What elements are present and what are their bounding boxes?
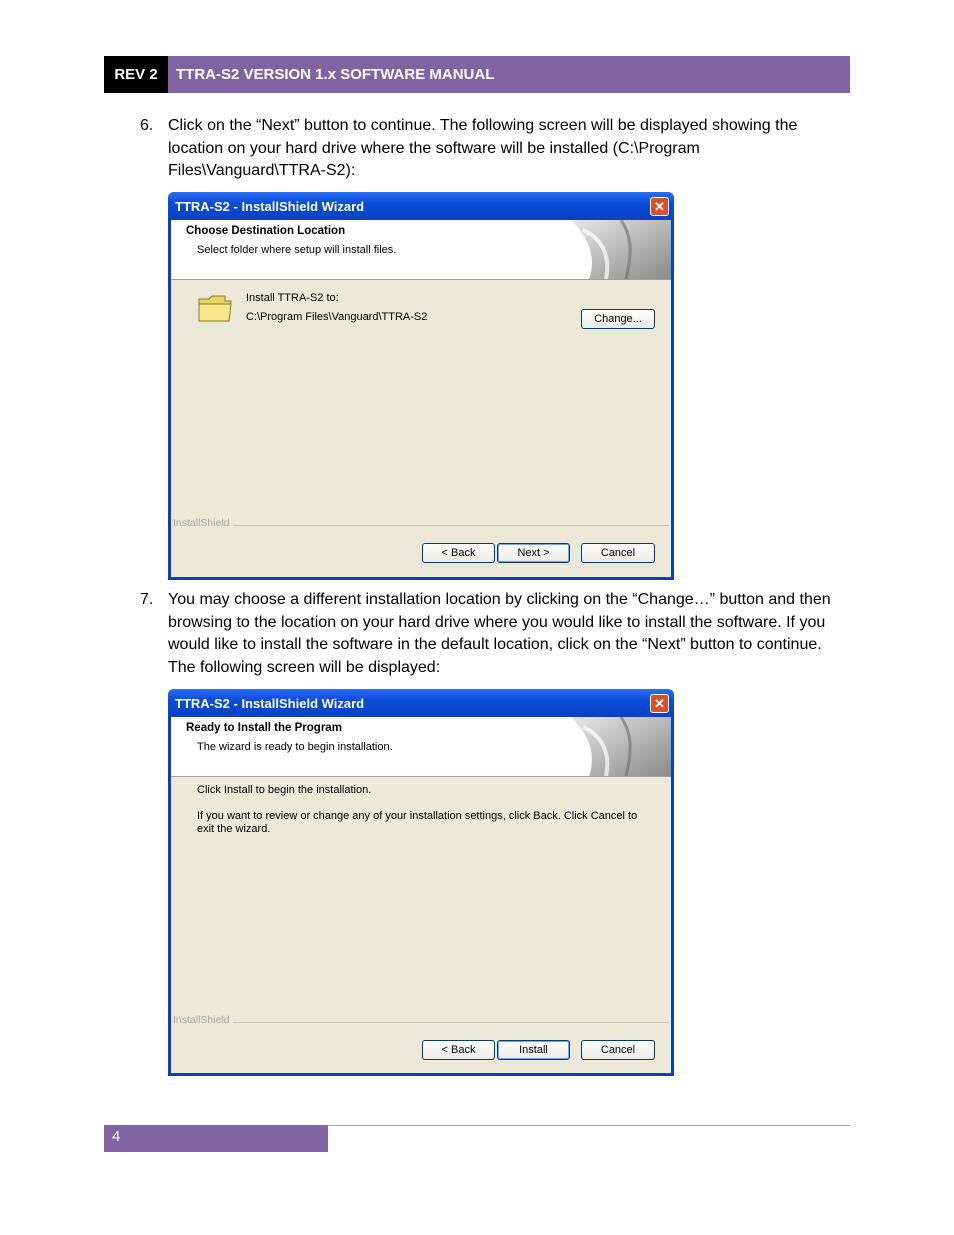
dialog-title: TTRA-S2 - InstallShield Wizard — [175, 695, 365, 711]
step-number: 6. — [140, 117, 154, 134]
dialog-client-area: Ready to Install the Program The wizard … — [171, 717, 671, 1073]
dialog-title: TTRA-S2 - InstallShield Wizard — [175, 198, 365, 214]
step-6: 6. Click on the “Next” button to continu… — [140, 115, 840, 185]
close-icon[interactable]: ✕ — [650, 694, 669, 713]
install-path: C:\Program Files\Vanguard\TTRA-S2 — [246, 311, 428, 323]
step-7: 7. You may choose a different installati… — [140, 589, 840, 684]
step-number: 7. — [140, 591, 154, 608]
page-header: REV 2 TTRA-S2 VERSION 1.x SOFTWARE MANUA… — [104, 56, 850, 93]
dialog-banner: Choose Destination Location Select folde… — [171, 220, 671, 280]
install-button[interactable]: Install — [497, 1040, 570, 1060]
install-instruction: Click Install to begin the installation. — [197, 784, 372, 796]
close-icon[interactable]: ✕ — [650, 197, 669, 216]
folder-icon — [198, 295, 232, 322]
dialog-titlebar: TTRA-S2 - InstallShield Wizard ✕ — [168, 192, 674, 220]
dialog-heading: Ready to Install the Program — [186, 722, 342, 734]
dialog-subheading: Select folder where setup will install f… — [197, 244, 397, 256]
dialog-client-area: Choose Destination Location Select folde… — [171, 220, 671, 577]
step-text: Click on the “Next” button to continue. … — [168, 117, 798, 179]
installshield-brand: InstallShield — [173, 1014, 230, 1026]
next-button[interactable]: Next > — [497, 543, 570, 563]
dialog-titlebar: TTRA-S2 - InstallShield Wizard ✕ — [168, 689, 674, 717]
revision-label: REV 2 — [104, 56, 168, 93]
back-button[interactable]: < Back — [422, 543, 495, 563]
back-button[interactable]: < Back — [422, 1040, 495, 1060]
install-wizard-dialog-destination: TTRA-S2 - InstallShield Wizard ✕ Choose … — [168, 192, 674, 580]
review-instruction: If you want to review or change any of y… — [197, 810, 638, 835]
install-wizard-dialog-ready: TTRA-S2 - InstallShield Wizard ✕ Ready t… — [168, 689, 674, 1076]
manual-title: TTRA-S2 VERSION 1.x SOFTWARE MANUAL — [168, 56, 850, 93]
install-to-label: Install TTRA-S2 to: — [246, 292, 339, 304]
dialog-subheading: The wizard is ready to begin installatio… — [197, 741, 393, 753]
change-button[interactable]: Change... — [581, 309, 655, 329]
divider — [233, 1022, 669, 1023]
footer-rule — [328, 1125, 850, 1126]
dialog-heading: Choose Destination Location — [186, 225, 346, 237]
cancel-button[interactable]: Cancel — [581, 543, 655, 563]
divider — [233, 525, 669, 526]
page-number: 4 — [104, 1125, 328, 1152]
cancel-button[interactable]: Cancel — [581, 1040, 655, 1060]
installshield-brand: InstallShield — [173, 517, 230, 529]
installshield-graphic-icon — [571, 717, 671, 776]
step-text: You may choose a different installation … — [168, 591, 831, 676]
dialog-banner: Ready to Install the Program The wizard … — [171, 717, 671, 777]
installshield-graphic-icon — [571, 220, 671, 279]
